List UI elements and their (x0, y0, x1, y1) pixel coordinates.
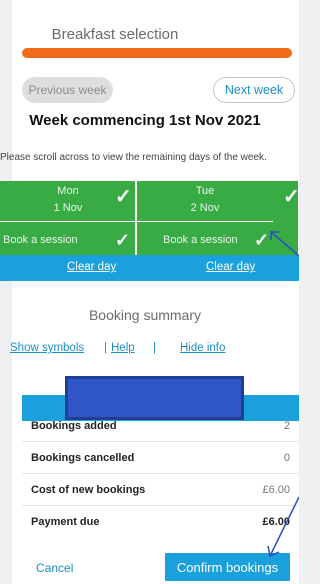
clear-day-bar: Clear day Clear day (0, 255, 299, 281)
booking-summary-heading: Booking summary (88, 307, 202, 323)
check-icon: ✓ (283, 186, 299, 208)
day-strip[interactable]: Mon 1 Nov ✓ Book a session ✓ Tue 2 Nov ✓… (0, 181, 299, 255)
book-session-cell[interactable]: Book a session ✓ (137, 221, 273, 255)
day-name: Tue (195, 185, 215, 197)
show-symbols-link[interactable]: Show symbols (10, 342, 84, 354)
summary-links: Show symbols | Help | Hide info (0, 342, 299, 360)
next-week-button[interactable]: Next week (213, 77, 295, 103)
day-column-tue: Tue 2 Nov ✓ Book a session ✓ (137, 181, 299, 255)
clear-day-link-tue[interactable]: Clear day (206, 261, 255, 273)
row-label: Bookings added (31, 420, 117, 432)
session-label: Book a session (3, 234, 78, 246)
summary-row-cost: Cost of new bookings £6.00 (22, 474, 299, 506)
row-label: Payment due (31, 516, 100, 528)
day-date: 2 Nov (190, 202, 220, 214)
link-separator: | (153, 342, 156, 354)
row-value: 0 (283, 452, 290, 464)
row-value: £6.00 (262, 484, 290, 496)
week-heading: Week commencing 1st Nov 2021 (29, 112, 261, 129)
clear-day-link-mon[interactable]: Clear day (67, 261, 116, 273)
page-title: Breakfast selection (51, 26, 179, 43)
progress-bar (22, 48, 292, 58)
row-label: Cost of new bookings (31, 484, 146, 496)
redaction-box (65, 376, 244, 420)
confirm-bookings-button[interactable]: Confirm bookings (165, 553, 290, 581)
summary-row-payment-due: Payment due £6.00 (22, 506, 299, 538)
check-icon: ✓ (115, 230, 131, 250)
check-icon: ✓ (115, 186, 132, 208)
check-icon: ✓ (254, 230, 270, 250)
scroll-instructions: Please scroll across to view the remaini… (0, 152, 267, 163)
previous-week-button[interactable]: Previous week (22, 77, 113, 103)
day-column-mon: Mon 1 Nov ✓ Book a session ✓ (0, 181, 136, 255)
cancel-link[interactable]: Cancel (36, 561, 73, 575)
row-value: 2 (283, 420, 290, 432)
hide-info-link[interactable]: Hide info (180, 342, 225, 354)
session-label: Book a session (163, 234, 238, 246)
row-value: £6.00 (262, 516, 290, 528)
summary-row-bookings-cancelled: Bookings cancelled 0 (22, 442, 299, 474)
help-link[interactable]: Help (111, 342, 135, 354)
book-session-cell[interactable]: Book a session ✓ (0, 221, 136, 255)
row-label: Bookings cancelled (31, 452, 135, 464)
link-separator: | (104, 342, 107, 354)
